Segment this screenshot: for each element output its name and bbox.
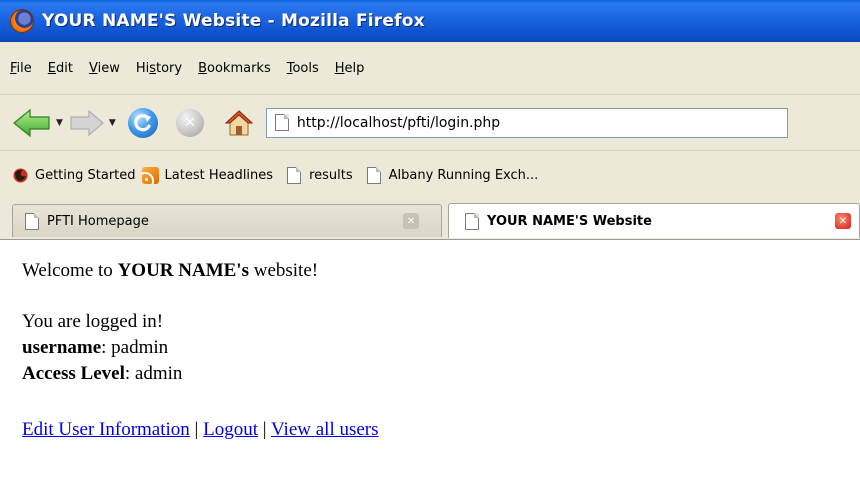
logged-in-status: You are logged in! [22, 311, 164, 332]
tab-bar: PFTI Homepage ✕ YOUR NAME'S Website ✕ [0, 199, 860, 240]
url-bar[interactable]: http://localhost/pfti/login.php [265, 107, 788, 138]
window-titlebar: YOUR NAME'S Website - Mozilla Firefox [0, 0, 860, 42]
bookmark-label: results [309, 167, 353, 183]
menu-bar: File Edit View History Bookmarks Tools H… [0, 42, 860, 95]
back-arrow-icon [13, 108, 50, 137]
bookmark-label: Albany Running Exch... [388, 167, 539, 183]
bookmark-results[interactable]: results [279, 166, 353, 184]
firefox-logo-icon [10, 9, 34, 33]
page-icon [274, 114, 289, 131]
window-title: YOUR NAME'S Website - Mozilla Firefox [42, 11, 425, 31]
forward-arrow-icon [70, 109, 104, 136]
tab-label: YOUR NAME'S Website [487, 213, 652, 229]
tab-label: PFTI Homepage [47, 213, 149, 229]
close-tab-icon[interactable]: ✕ [403, 213, 419, 229]
welcome-line: Welcome to YOUR NAME's website! [22, 258, 852, 284]
back-history-dropdown-icon[interactable]: ▼ [56, 118, 63, 128]
edit-user-information-link[interactable]: Edit User Information [22, 419, 190, 440]
bookmark-albany-running[interactable]: Albany Running Exch... [359, 166, 539, 184]
bookmark-latest-headlines[interactable]: Latest Headlines [141, 166, 274, 184]
page-icon [287, 166, 302, 184]
close-tab-icon[interactable]: ✕ [835, 213, 851, 229]
menu-tools[interactable]: Tools [287, 61, 319, 76]
menu-bookmarks[interactable]: Bookmarks [198, 61, 271, 76]
menu-history[interactable]: History [136, 61, 182, 76]
stop-icon: ✕ [183, 114, 196, 131]
access-level-label: Access Level [22, 363, 125, 384]
link-separator: | [189, 419, 204, 440]
menu-help[interactable]: Help [335, 61, 365, 76]
rss-feed-icon [141, 166, 159, 184]
site-owner-name: YOUR NAME's [117, 260, 249, 281]
url-text[interactable]: http://localhost/pfti/login.php [297, 115, 500, 131]
page-content: Welcome to YOUR NAME's website! You are … [22, 258, 852, 443]
navigation-toolbar: ▼ ▼ ✕ http://localhost/pfti/login.php [0, 95, 860, 150]
welcome-suffix: website! [248, 260, 319, 281]
access-level-value: : admin [124, 363, 183, 384]
bookmark-getting-started[interactable]: Getting Started [12, 167, 136, 184]
menu-file[interactable]: File [10, 61, 32, 76]
page-icon [25, 212, 39, 230]
tab-pfti-homepage[interactable]: PFTI Homepage ✕ [12, 204, 442, 237]
menu-edit[interactable]: Edit [48, 61, 73, 76]
bookmark-label: Getting Started [35, 167, 136, 183]
username-value: : padmin [101, 337, 169, 358]
view-all-users-link[interactable]: View all users [271, 419, 379, 440]
tab-your-name-website[interactable]: YOUR NAME'S Website ✕ [448, 203, 860, 238]
firefox-bookmark-icon [13, 168, 28, 182]
reload-icon [134, 113, 151, 131]
username-line: username: padmin [22, 335, 852, 361]
forward-history-dropdown-icon[interactable]: ▼ [109, 118, 116, 128]
back-button[interactable] [12, 108, 52, 138]
welcome-prefix: Welcome to [22, 260, 118, 281]
page-icon [465, 212, 479, 230]
bookmark-label: Latest Headlines [164, 167, 274, 183]
reload-button[interactable] [127, 107, 158, 138]
access-level-line: Access Level: admin [22, 361, 852, 387]
user-links: Edit User Information | Logout | View al… [22, 417, 852, 443]
page-icon [366, 166, 381, 184]
bookmarks-toolbar: Getting Started Latest Headlines results… [0, 150, 860, 199]
link-separator: | [258, 419, 271, 440]
home-icon [224, 109, 254, 135]
username-label: username [22, 337, 102, 358]
home-button[interactable] [224, 108, 254, 138]
menu-view[interactable]: View [89, 61, 120, 76]
logout-link[interactable]: Logout [203, 419, 258, 440]
stop-button[interactable]: ✕ [175, 108, 204, 137]
forward-button[interactable] [69, 109, 105, 137]
